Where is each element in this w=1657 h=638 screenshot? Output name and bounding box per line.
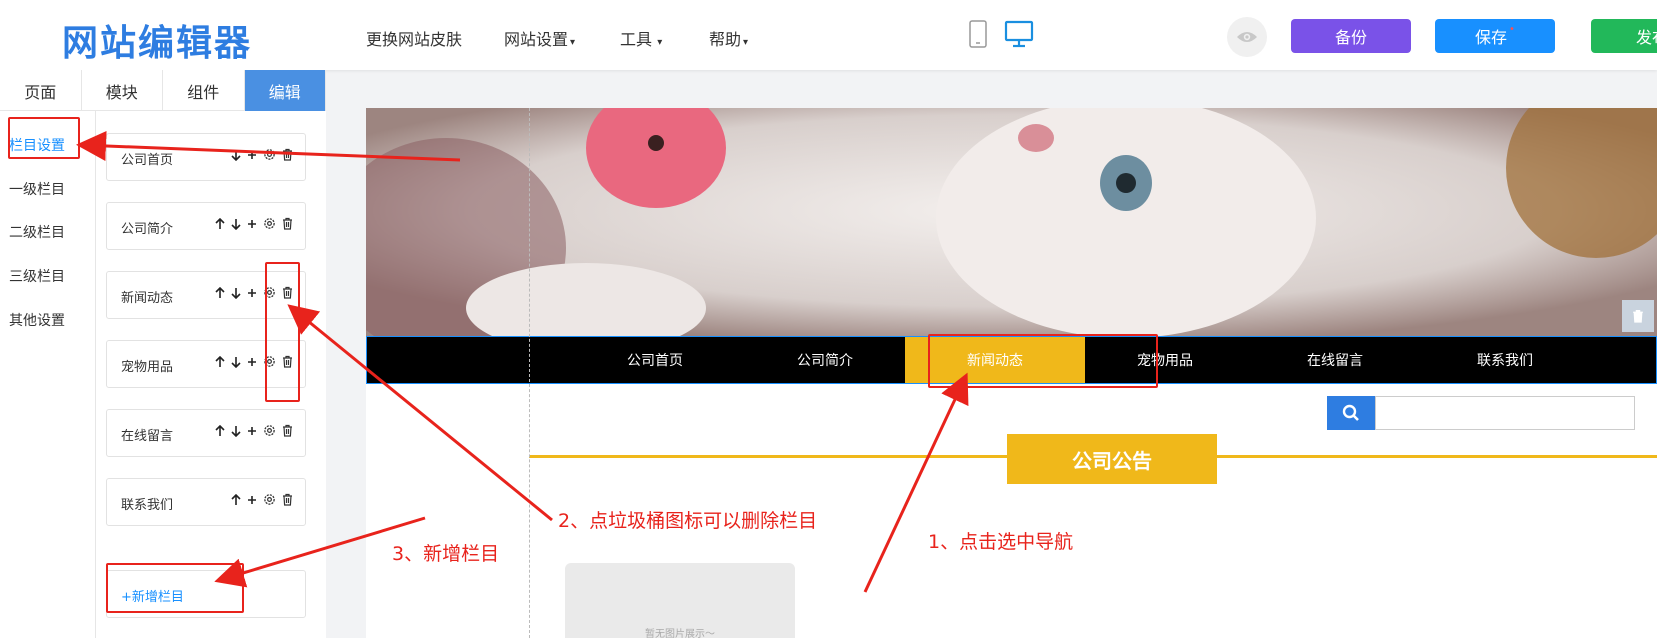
annotation-step1: 1、点击选中导航 — [928, 531, 1074, 553]
annotation-step3: 3、新增栏目 — [392, 543, 500, 565]
annotation-step2: 2、点垃圾桶图标可以删除栏目 — [558, 510, 818, 532]
annotation-arrows — [76, 130, 969, 593]
